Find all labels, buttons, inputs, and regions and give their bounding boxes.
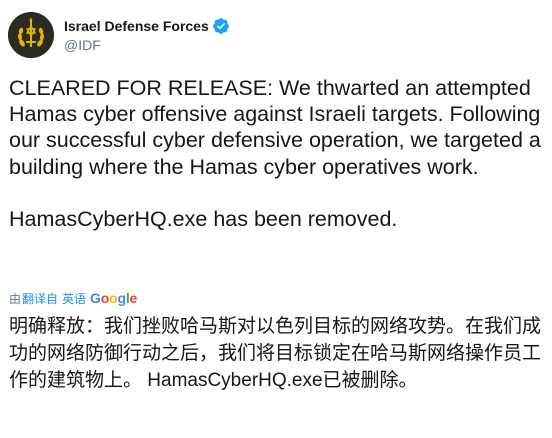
translate-link[interactable]: 翻译自 xyxy=(22,290,58,307)
author-block: Israel Defense Forces @IDF xyxy=(64,16,230,53)
author-handle[interactable]: @IDF xyxy=(64,37,230,53)
translated-text: 明确释放：我们挫败哈马斯对以色列目标的网络攻势。在我们成功的网络防御行动之后，我… xyxy=(9,316,542,391)
verified-badge-icon xyxy=(212,18,229,34)
google-logo: Google xyxy=(90,290,138,306)
avatar[interactable] xyxy=(8,12,54,58)
tweet-text: CLEARED FOR RELEASE: We thwarted an atte… xyxy=(9,75,549,232)
author-display-name[interactable]: Israel Defense Forces xyxy=(64,18,209,34)
idf-emblem-icon xyxy=(8,12,54,58)
translate-bar: 由 翻译自 英语 Google xyxy=(9,290,137,306)
translate-prefix: 由 xyxy=(9,291,22,306)
tweet-card: Israel Defense Forces @IDF CLEARED FOR R… xyxy=(0,0,552,438)
tweet-paragraph-1: CLEARED FOR RELEASE: We thwarted an atte… xyxy=(9,76,541,179)
translate-language[interactable]: 英语 xyxy=(62,290,86,307)
tweet-paragraph-2: HamasCyberHQ.exe has been removed. xyxy=(9,206,398,231)
author-name-row: Israel Defense Forces xyxy=(64,16,230,36)
